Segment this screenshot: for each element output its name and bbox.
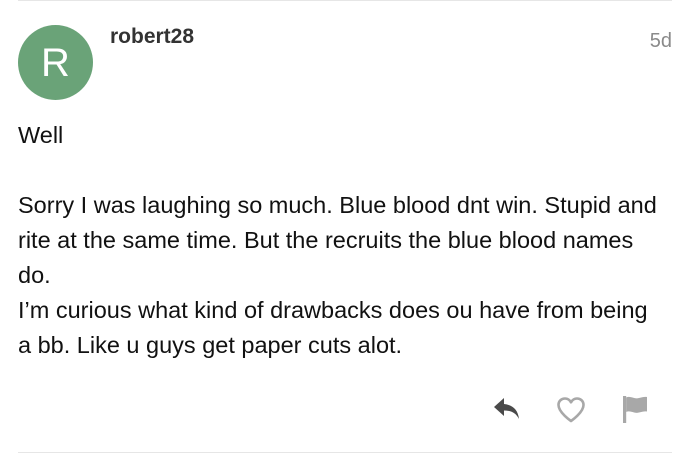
like-button[interactable] xyxy=(552,390,590,428)
avatar-letter: R xyxy=(41,40,70,85)
reply-button[interactable] xyxy=(488,390,526,428)
post-actions xyxy=(488,390,654,428)
heart-outline-icon xyxy=(557,396,585,422)
post-paragraph: I’m curious what kind of drawbacks does … xyxy=(18,297,648,358)
forum-post: R robert28 5d Well Sorry I was laughing … xyxy=(0,0,690,457)
top-divider xyxy=(18,0,672,1)
reply-icon xyxy=(494,398,519,419)
post-username[interactable]: robert28 xyxy=(110,25,194,49)
post-age[interactable]: 5d xyxy=(650,30,672,53)
bottom-divider xyxy=(18,452,672,453)
post-body: Well Sorry I was laughing so much. Blue … xyxy=(18,118,658,363)
avatar[interactable]: R xyxy=(18,25,93,100)
flag-icon xyxy=(623,396,647,423)
post-greeting: Well xyxy=(18,122,64,148)
flag-button[interactable] xyxy=(616,390,654,428)
post-paragraph: Sorry I was laughing so much. Blue blood… xyxy=(18,192,657,288)
